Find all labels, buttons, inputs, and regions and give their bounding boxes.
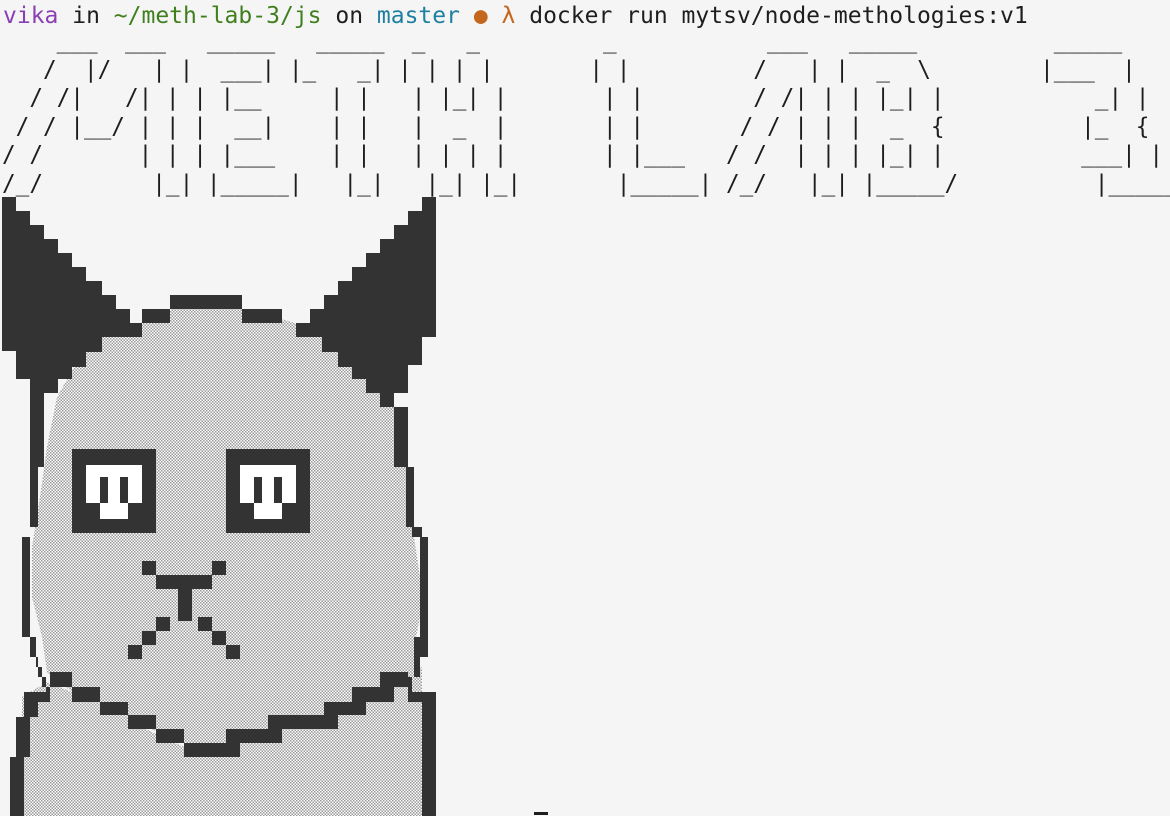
cat-left-eye (72, 449, 156, 533)
ascii-banner: ___ ___ _____ _____ _ _ _ ___ _____ ____… (2, 26, 1170, 197)
cat-right-eye (226, 449, 310, 533)
cat-ascii-art (2, 197, 436, 816)
terminal-cursor (534, 812, 548, 815)
terminal-window[interactable]: vika in ~/meth-lab-3/js on master ● λ do… (0, 0, 1170, 816)
cat-head-top (170, 295, 242, 309)
